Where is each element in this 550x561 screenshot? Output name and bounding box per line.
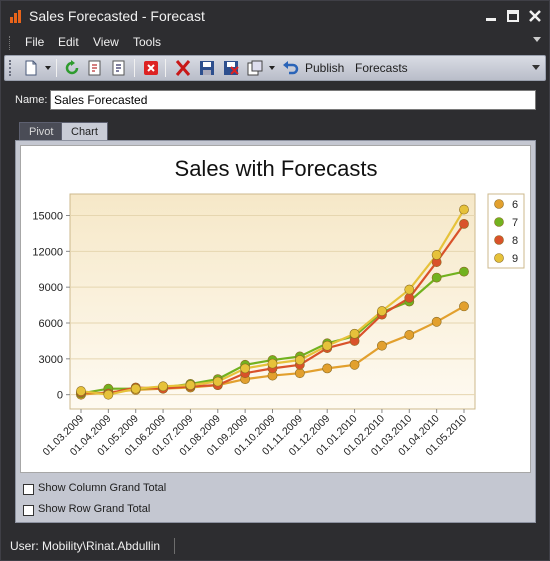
window-title: Sales Forecasted - Forecast [29, 8, 205, 24]
y-tick-label: 6000 [39, 318, 63, 330]
status-separator [174, 538, 175, 554]
sales-chart: Sales with Forecasts 0 3000 6000 9000 12000 15… [32, 156, 525, 458]
new-dropdown-icon[interactable] [45, 66, 51, 70]
series-9-point [294, 355, 305, 365]
name-label: Name: [15, 94, 48, 106]
chart-tab-panel: Sales with Forecasts 0 3000 6000 9000 12000 15… [15, 140, 536, 523]
show-column-grand-total-label[interactable]: Show Column Grand Total [38, 482, 166, 494]
toolbar-overflow-icon[interactable] [532, 65, 540, 70]
refresh-icon[interactable] [62, 59, 82, 77]
series-6-point [377, 340, 387, 351]
menu-file[interactable]: File [25, 35, 44, 49]
series-6-point [349, 359, 360, 370]
toolbar-separator [56, 59, 57, 77]
legend-label-6: 6 [512, 199, 518, 211]
series-6-point [294, 368, 305, 379]
toolbar-grip [9, 60, 12, 76]
y-tick-label: 3000 [39, 354, 63, 366]
menu-grip [9, 36, 12, 50]
series-6-point [459, 301, 469, 312]
options-icon[interactable] [245, 59, 265, 77]
chart-area: Sales with Forecasts 0 3000 6000 9000 12000 15… [20, 145, 531, 473]
save-icon[interactable] [197, 59, 217, 77]
toolbar-separator [134, 59, 135, 77]
series-9-point [267, 358, 278, 369]
legend-label-8: 8 [512, 235, 518, 247]
legend-label-9: 9 [512, 253, 518, 265]
y-tick-label: 0 [57, 390, 63, 402]
series-9-point [240, 363, 251, 374]
show-row-grand-total-label[interactable]: Show Row Grand Total [38, 503, 150, 515]
options-dropdown-icon[interactable] [269, 66, 275, 70]
series-9-point [459, 204, 469, 215]
legend-box [487, 193, 525, 269]
legend-label-7: 7 [512, 217, 518, 229]
series-7-point [431, 272, 442, 283]
tab-chart[interactable]: Chart [61, 122, 108, 141]
status-user: User: Mobility\Rinat.Abdullin [10, 539, 161, 553]
series-9-point [158, 381, 168, 392]
close-icon[interactable] [528, 9, 542, 23]
series-9-point [103, 389, 114, 400]
tab-pivot[interactable]: Pivot [19, 122, 64, 141]
series-8-point [459, 218, 469, 229]
series-8-point [404, 293, 415, 303]
save-close-icon[interactable] [221, 59, 241, 77]
menu-bar: File Edit View Tools [1, 32, 549, 54]
series-9-point [76, 386, 86, 396]
series-6-point [431, 316, 442, 327]
delete-icon[interactable] [173, 59, 193, 77]
series-6-point [404, 330, 415, 340]
show-column-grand-total-checkbox[interactable] [23, 484, 34, 495]
import-icon[interactable] [109, 59, 129, 77]
series-9-point [212, 376, 223, 387]
y-tick-label: 15000 [32, 211, 63, 223]
y-tick-label: 12000 [32, 246, 63, 258]
maximize-icon[interactable] [506, 9, 520, 23]
legend-marker-7 [494, 217, 504, 227]
legend-marker-8 [494, 235, 504, 245]
status-bar: User: Mobility\Rinat.Abdullin [1, 533, 549, 560]
menu-view[interactable]: View [93, 35, 119, 49]
toolbar-separator [165, 59, 166, 77]
undo-icon[interactable] [281, 59, 301, 77]
legend-marker-6 [494, 199, 504, 209]
toolbar: Publish Forecasts [4, 55, 546, 81]
y-tick-label: 9000 [39, 282, 63, 294]
series-9-point [377, 306, 387, 316]
forecasts-button[interactable]: Forecasts [355, 61, 408, 75]
name-input[interactable] [50, 90, 536, 110]
series-9-point [431, 250, 442, 260]
chart-title: Sales with Forecasts [175, 156, 378, 181]
series-9-point [130, 383, 141, 394]
menu-edit[interactable]: Edit [58, 35, 79, 49]
stop-icon[interactable] [141, 59, 161, 77]
menu-tools[interactable]: Tools [133, 35, 161, 49]
menu-overflow-icon[interactable] [533, 37, 541, 42]
publish-button[interactable]: Publish [305, 61, 344, 75]
series-6-point [322, 363, 333, 374]
export-icon[interactable] [85, 59, 105, 77]
series-9-point [322, 340, 333, 351]
legend-marker-9 [494, 253, 504, 263]
app-window: Sales Forecasted - Forecast File Edit Vi… [0, 0, 550, 561]
app-icon [10, 10, 22, 23]
series-7-point [459, 266, 469, 277]
series-9-point [185, 380, 196, 391]
series-9-point [349, 328, 360, 339]
show-row-grand-total-checkbox[interactable] [23, 505, 34, 516]
minimize-icon[interactable] [484, 9, 498, 23]
new-document-icon[interactable] [21, 59, 41, 77]
title-bar: Sales Forecasted - Forecast [1, 1, 549, 32]
series-9-point [404, 284, 415, 295]
